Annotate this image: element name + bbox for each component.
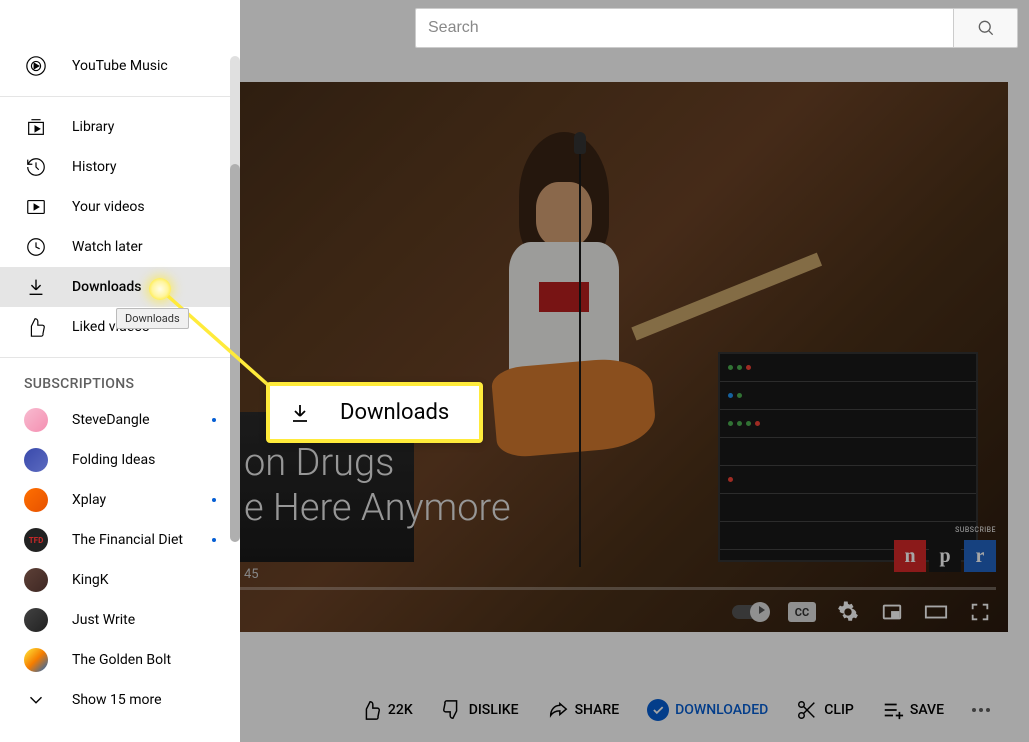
callout-box: Downloads <box>266 382 483 443</box>
highlight-dot <box>149 278 171 300</box>
callout-line <box>0 0 1029 742</box>
download-icon <box>288 401 312 425</box>
downloads-tooltip: Downloads <box>116 308 189 329</box>
